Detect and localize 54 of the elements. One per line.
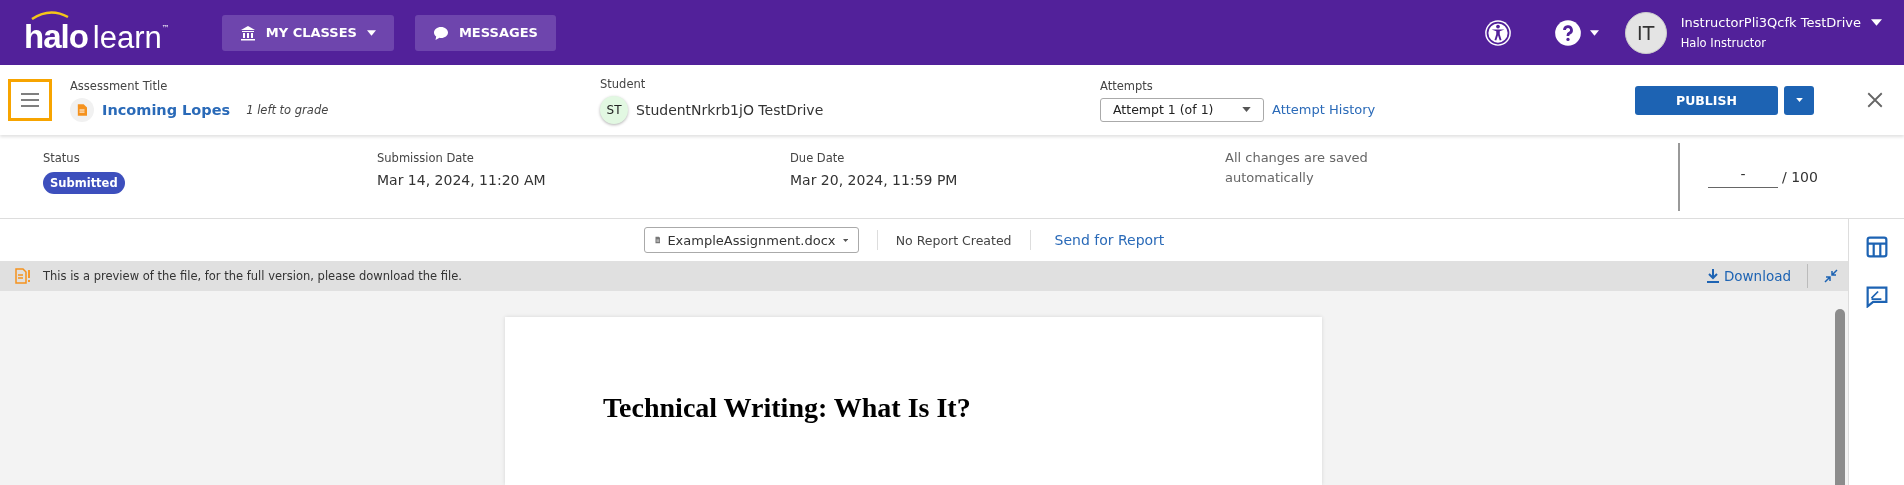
send-for-report-link[interactable]: Send for Report	[1054, 232, 1165, 248]
attempt-history-link[interactable]: Attempt History	[1272, 102, 1376, 117]
status-badge: Submitted	[43, 172, 125, 194]
file-warning-icon	[15, 268, 33, 284]
help-icon	[1553, 18, 1582, 47]
menu-button[interactable]	[8, 79, 52, 121]
download-icon	[1706, 269, 1719, 283]
file-dropdown[interactable]: ExampleAssignment.docx	[643, 227, 859, 253]
caret-icon[interactable]	[1871, 19, 1882, 26]
user-role: Halo Instructor	[1680, 36, 1768, 50]
score-input[interactable]: -	[1708, 165, 1778, 188]
accessibility-icon[interactable]	[1483, 18, 1512, 47]
user-avatar[interactable]: IT	[1624, 11, 1667, 54]
attempt-dropdown[interactable]: Attempt 1 (of 1)	[1100, 97, 1264, 122]
classes-menu-button[interactable]: MY CLASSES	[221, 14, 394, 51]
field-label: Submission Date	[377, 151, 475, 165]
field-label: Status	[43, 151, 81, 165]
assessment-title-link[interactable]: Incoming Lopes	[102, 101, 231, 118]
chat-bubble-icon	[432, 24, 449, 41]
field-label: Attempts	[1100, 78, 1154, 93]
help-menu-button[interactable]	[1553, 18, 1599, 47]
document-icon	[70, 97, 94, 122]
date-value: Mar 14, 2024, 11:20 AM	[377, 172, 547, 188]
file-icon	[654, 234, 661, 246]
grading-note: 1 left to grade	[246, 102, 329, 117]
document-heading: Technical Writing: What Is It?	[603, 392, 972, 424]
menu-icon	[20, 93, 40, 107]
publish-options-button[interactable]	[1784, 85, 1814, 115]
caret-icon	[366, 29, 376, 36]
field-label: Assessment Title	[70, 78, 169, 93]
publish-button[interactable]: PUBLISH	[1635, 85, 1778, 115]
caret-icon	[1795, 98, 1803, 102]
comment-edit-icon[interactable]	[1865, 286, 1888, 308]
table-layout-icon[interactable]	[1865, 236, 1888, 258]
download-link[interactable]: Download	[1706, 268, 1791, 284]
caret-icon	[842, 237, 848, 243]
building-icon	[239, 24, 256, 41]
preview-notice: This is a preview of the file, for the full version, please download the file.	[43, 269, 462, 283]
close-icon[interactable]	[1866, 91, 1884, 109]
messages-button[interactable]: MESSAGES	[414, 14, 556, 51]
student-avatar: ST	[600, 95, 628, 124]
date-value: Mar 20, 2024, 11:59 PM	[790, 172, 959, 188]
logo-arc-icon	[30, 9, 70, 20]
autosave-note: All changes are saved automatically	[1225, 149, 1369, 187]
field-label: Due Date	[790, 151, 846, 165]
caret-icon	[1242, 107, 1251, 112]
halo-learn-logo[interactable]: halo learn™	[24, 9, 170, 56]
user-name[interactable]: InstructorPli3Qcfk TestDrive	[1680, 15, 1861, 30]
score-total: / 100	[1782, 168, 1818, 185]
report-status: No Report Created	[895, 232, 1012, 248]
field-label: Student	[600, 76, 647, 91]
student-name: StudentNrkrb1jO TestDrive	[636, 101, 824, 118]
caret-icon	[1589, 29, 1599, 36]
collapse-icon[interactable]	[1824, 269, 1838, 283]
